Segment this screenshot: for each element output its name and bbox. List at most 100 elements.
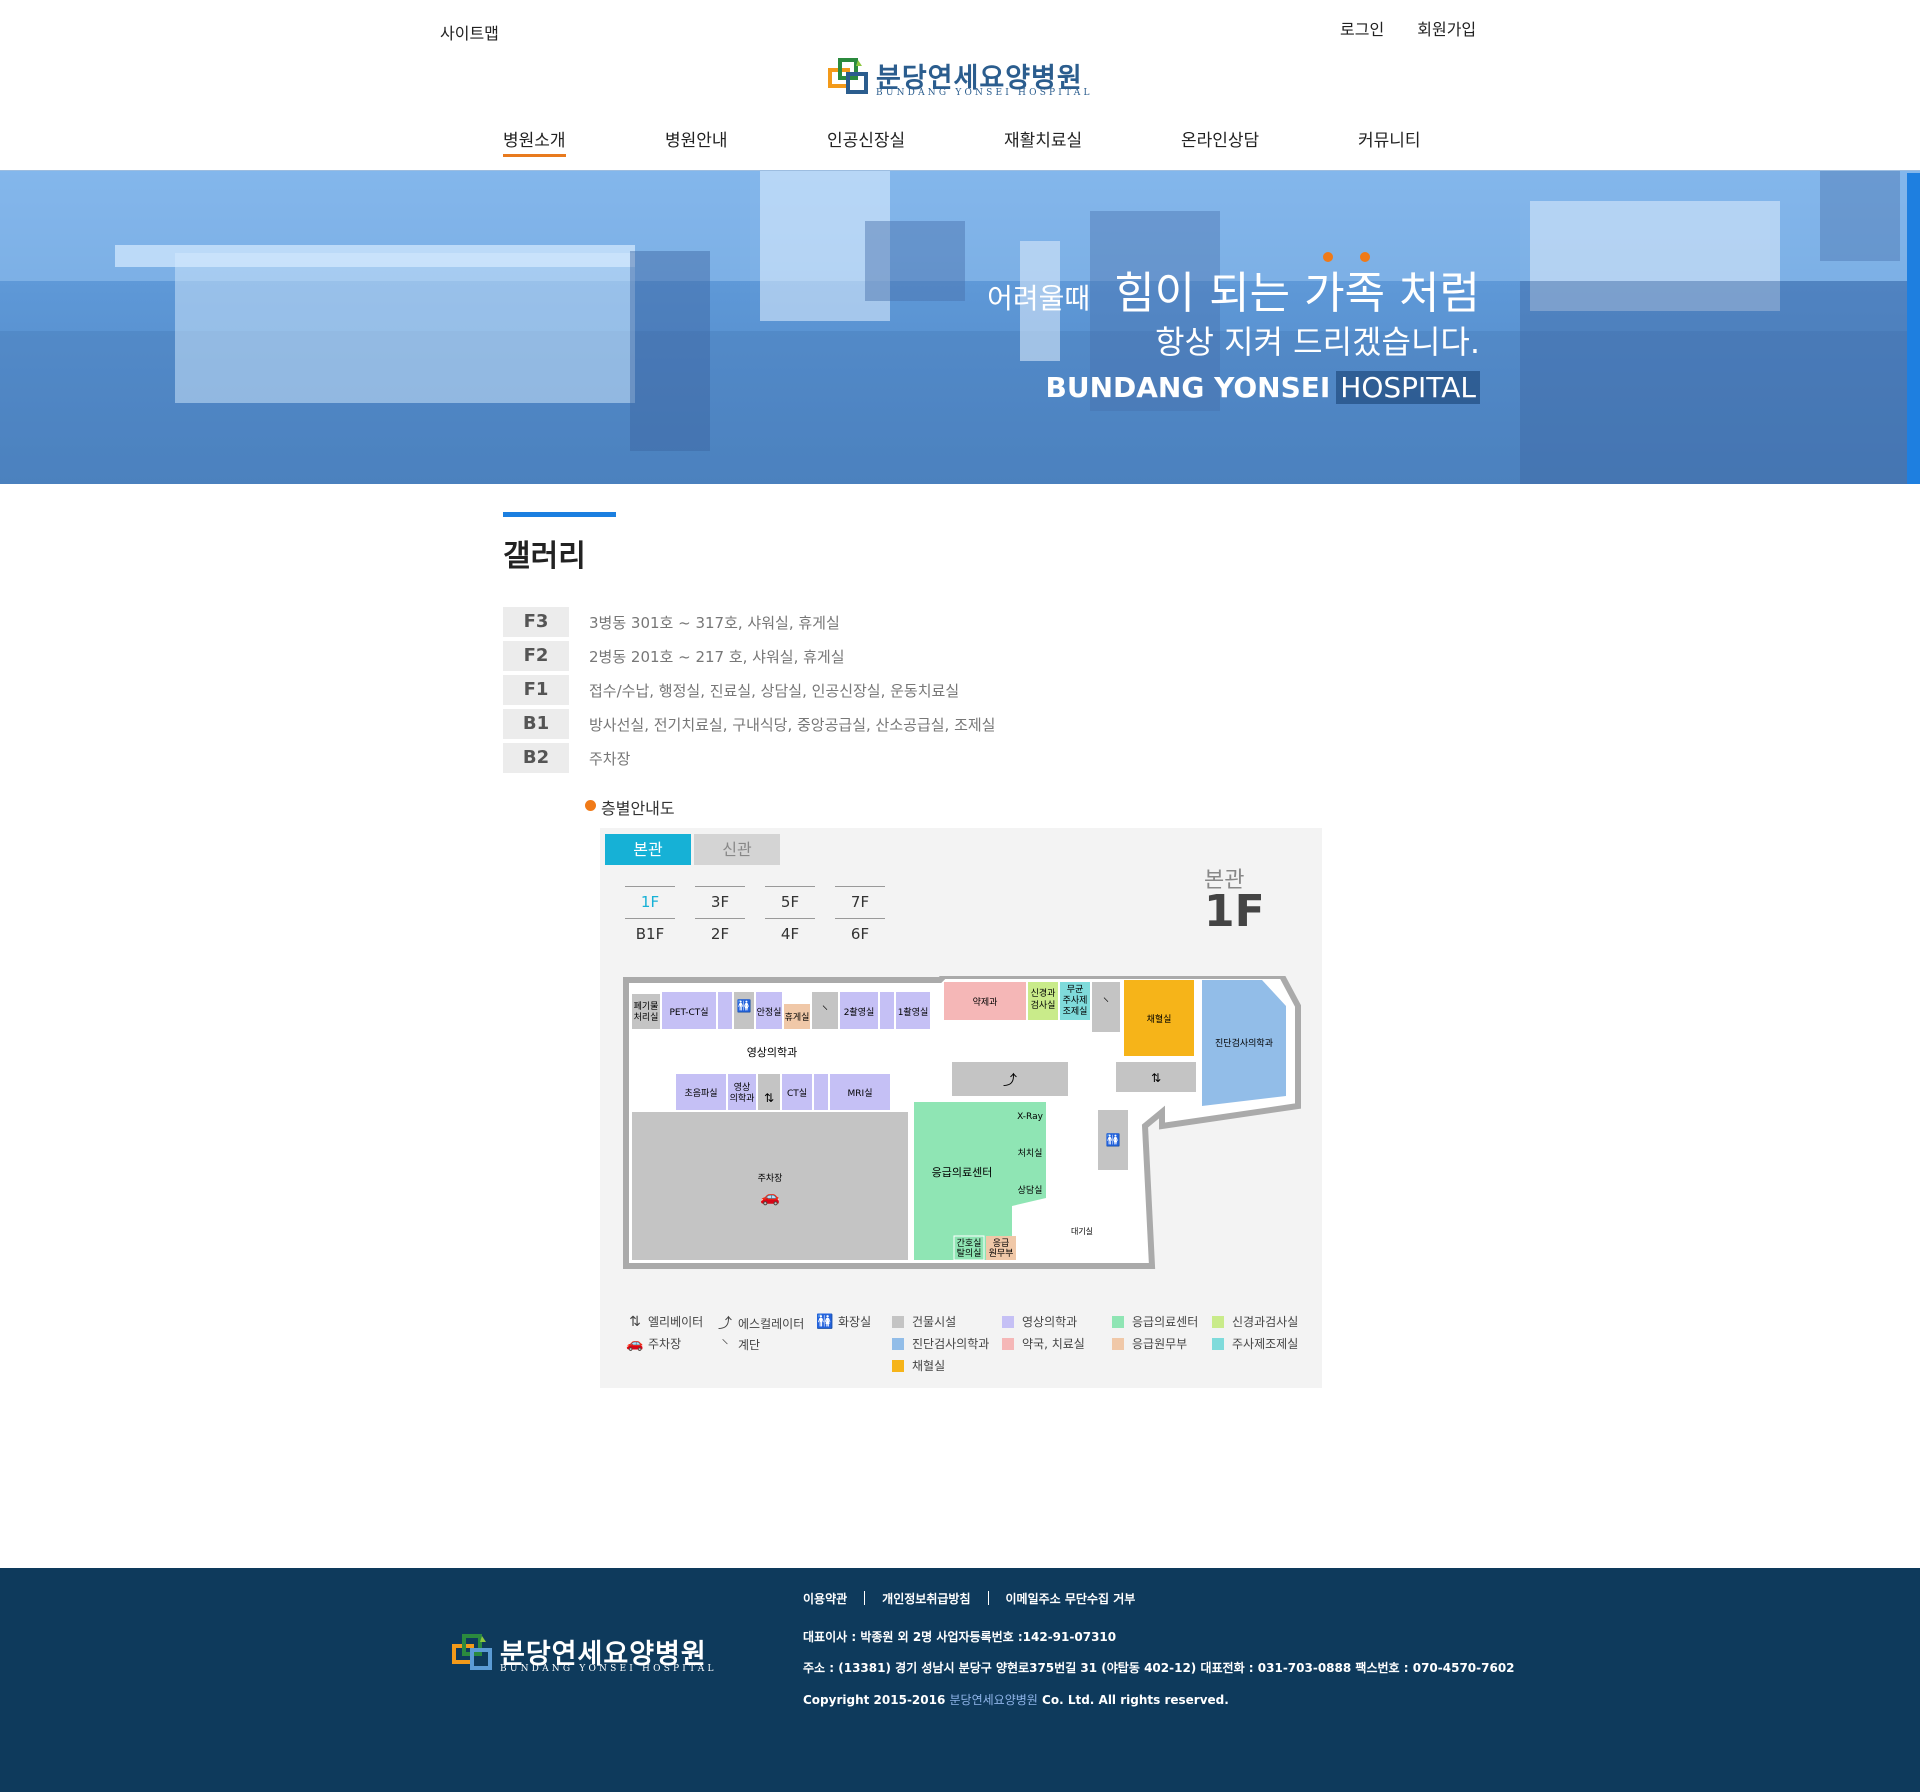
floor-button-2f[interactable]: 2F	[695, 918, 745, 948]
legend-item: 주사제조제실	[1212, 1335, 1298, 1352]
nav-item-dialysis[interactable]: 인공신장실	[827, 126, 905, 151]
footer-link-email-policy[interactable]: 이메일주소 무단수집 거부	[1006, 1592, 1136, 1606]
escalator-icon: ⤴	[1003, 1073, 1017, 1089]
escalator-icon: ⤴	[718, 1316, 732, 1332]
stairs-icon: ⸌	[721, 1337, 729, 1353]
svg-text:무균: 무균	[1067, 984, 1084, 995]
floor-button-3f[interactable]: 3F	[695, 886, 745, 916]
restroom-icon: 🚻	[816, 1314, 834, 1330]
banner-line1: 어려울때 힘이 되는 가족 처럼	[987, 268, 1480, 319]
floor-row: F2 2병동 201호 ~ 217 호, 샤워실, 휴게실	[503, 639, 1503, 673]
floor-badge: B1	[503, 709, 569, 739]
room-anjeong: 안정실	[757, 1007, 782, 1018]
floor-button-b1f[interactable]: B1F	[625, 918, 675, 948]
room-er: 응급의료센터	[932, 1166, 993, 1179]
floor-button-6f[interactable]: 6F	[835, 918, 885, 948]
sitemap-link[interactable]: 사이트맵	[440, 20, 499, 44]
svg-text:검사실: 검사실	[1031, 999, 1056, 1011]
floor-button-4f[interactable]: 4F	[765, 918, 815, 948]
main-nav: 병원소개 병원안내 인공신장실 재활치료실 온라인상담 커뮤니티	[0, 126, 1920, 157]
floor-badge: F2	[503, 641, 569, 671]
logo-subtext: BUNDANG YONSEI HOSPITAL	[876, 88, 1093, 98]
svg-text:신경과: 신경과	[1031, 987, 1056, 999]
svg-text:탈의실: 탈의실	[957, 1248, 982, 1259]
floor-button-7f[interactable]: 7F	[835, 886, 885, 916]
nav-item-community[interactable]: 커뮤니티	[1358, 126, 1421, 151]
svg-text:처리실: 처리실	[634, 1011, 659, 1023]
signup-link[interactable]: 회원가입	[1417, 20, 1476, 39]
current-floor-label: 1F	[1204, 886, 1265, 937]
banner-line3: BUNDANG YONSEI HOSPITAL	[1045, 371, 1480, 404]
svg-text:⇅: ⇅	[1151, 1071, 1161, 1085]
legend-item: 응급의료센터	[1112, 1313, 1198, 1330]
tab-new-building[interactable]: 신관	[694, 834, 780, 865]
room-trial1: 1촬영실	[898, 1007, 929, 1018]
floor-description: 방사선실, 전기치료실, 구내식당, 중앙공급실, 산소공급실, 조제실	[589, 715, 996, 734]
site-footer: 분당연세요양병원 BUNDANG YONSEI HOSPITAL 이용약관 개인정…	[0, 1568, 1920, 1792]
footer-link-terms[interactable]: 이용약관	[803, 1592, 847, 1606]
floor-button-5f[interactable]: 5F	[765, 886, 815, 916]
floor-row: F3 3병동 301호 ~ 317호, 샤워실, 휴게실	[503, 605, 1503, 639]
svg-text:의학과: 의학과	[730, 1093, 755, 1104]
svg-text:원무부: 원무부	[989, 1248, 1014, 1259]
parking-icon: 🚗	[626, 1336, 644, 1352]
hero-banner: 어려울때 힘이 되는 가족 처럼 항상 지켜 드리겠습니다. BUNDANG YO…	[0, 170, 1920, 484]
tab-main-building[interactable]: 본관	[605, 834, 691, 865]
floor-description: 접수/수납, 행정실, 진료실, 상담실, 인공신장실, 운동치료실	[589, 681, 960, 700]
banner-line2: 항상 지켜 드리겠습니다.	[1155, 323, 1480, 361]
cross-logo-icon	[828, 58, 868, 94]
footer-logo: 분당연세요양병원 BUNDANG YONSEI HOSPITAL	[452, 1634, 722, 1678]
floor-button-1f[interactable]: 1F	[625, 886, 675, 916]
floor-badge: F1	[503, 675, 569, 705]
login-link[interactable]: 로그인	[1340, 20, 1384, 39]
floor-description: 주차장	[589, 749, 631, 768]
room-hyugae: 휴게실	[785, 1012, 810, 1023]
parking-icon: 🚗	[760, 1187, 780, 1206]
elevator-icon: ⇅	[629, 1314, 641, 1330]
legend-restroom: 🚻 화장실	[816, 1314, 872, 1330]
legend-item: 영상의학과	[1002, 1313, 1077, 1330]
nav-item-guide[interactable]: 병원안내	[665, 126, 728, 151]
room-blood: 채혈실	[1147, 1013, 1172, 1025]
stairs-icon: ⸌	[822, 1003, 828, 1017]
legend-item: 신경과검사실	[1212, 1313, 1298, 1330]
floor-map-heading: 층별안내도	[585, 795, 1320, 823]
restroom-icon: 🚻	[737, 999, 752, 1013]
room-imaging: 영상의학과	[747, 1046, 798, 1059]
nav-item-consult[interactable]: 온라인상담	[1181, 126, 1259, 151]
footer-link-privacy[interactable]: 개인정보취급방침	[882, 1592, 970, 1606]
legend-parking: 🚗 주차장	[626, 1336, 682, 1352]
room-petct: PET-CT실	[669, 1007, 708, 1018]
nav-item-about[interactable]: 병원소개	[503, 126, 566, 157]
nav-item-rehab[interactable]: 재활치료실	[1004, 126, 1082, 151]
legend-item: 채혈실	[892, 1357, 945, 1374]
footer-company-info: 대표이사 : 박종원 외 2명 사업자등록번호 :142-91-07310	[803, 1630, 1117, 1644]
floor-map-section: 층별안내도 본관 신관 1F 3F 5F 7F B1F 2F 4F 6F 본관 …	[585, 795, 1322, 1388]
room-mri: MRI실	[848, 1088, 873, 1099]
svg-text:주사제: 주사제	[1063, 995, 1088, 1006]
legend-escalator: ⤴ 에스컬레이터	[716, 1313, 804, 1333]
floor-row: B2 주차장	[503, 741, 1503, 775]
room-waste: 폐기물	[634, 1000, 659, 1012]
legend-elevator: ⇅ 엘리베이터	[626, 1313, 703, 1330]
site-header: 사이트맵 로그인 회원가입 분당연세요양병원 BUNDANG YONSEI HO…	[0, 0, 1920, 170]
floor-badge: F3	[503, 607, 569, 637]
room-xray: X-Ray	[1017, 1112, 1044, 1122]
svg-text:응급: 응급	[993, 1238, 1010, 1249]
svg-text:간호실: 간호실	[957, 1238, 982, 1249]
floor-description: 2병동 201호 ~ 217 호, 샤워실, 휴게실	[589, 647, 845, 666]
footer-address: 주소 : (13381) 경기 성남시 분당구 양현로375번길 31 (야탑동…	[803, 1661, 1515, 1675]
svg-text:🚻: 🚻	[1106, 1133, 1121, 1147]
room-diag: 진단검사의학과	[1215, 1037, 1273, 1049]
room-trial2: 2촬영실	[844, 1007, 875, 1018]
footer-logo-subtext: BUNDANG YONSEI HOSPITAL	[500, 1664, 717, 1674]
page-title: 갤러리	[503, 539, 586, 574]
site-logo[interactable]: 분당연세요양병원 BUNDANG YONSEI HOSPITAL	[828, 58, 1094, 100]
bullet-icon	[585, 800, 596, 811]
legend-item: 진단검사의학과	[892, 1335, 989, 1352]
banner-accent-bar	[1907, 173, 1920, 484]
legend-stairs: ⸌ 계단	[716, 1335, 761, 1354]
elevator-icon: ⇅	[764, 1091, 774, 1105]
room-consult: 상담실	[1018, 1184, 1043, 1196]
room-treat: 처치실	[1018, 1147, 1043, 1159]
